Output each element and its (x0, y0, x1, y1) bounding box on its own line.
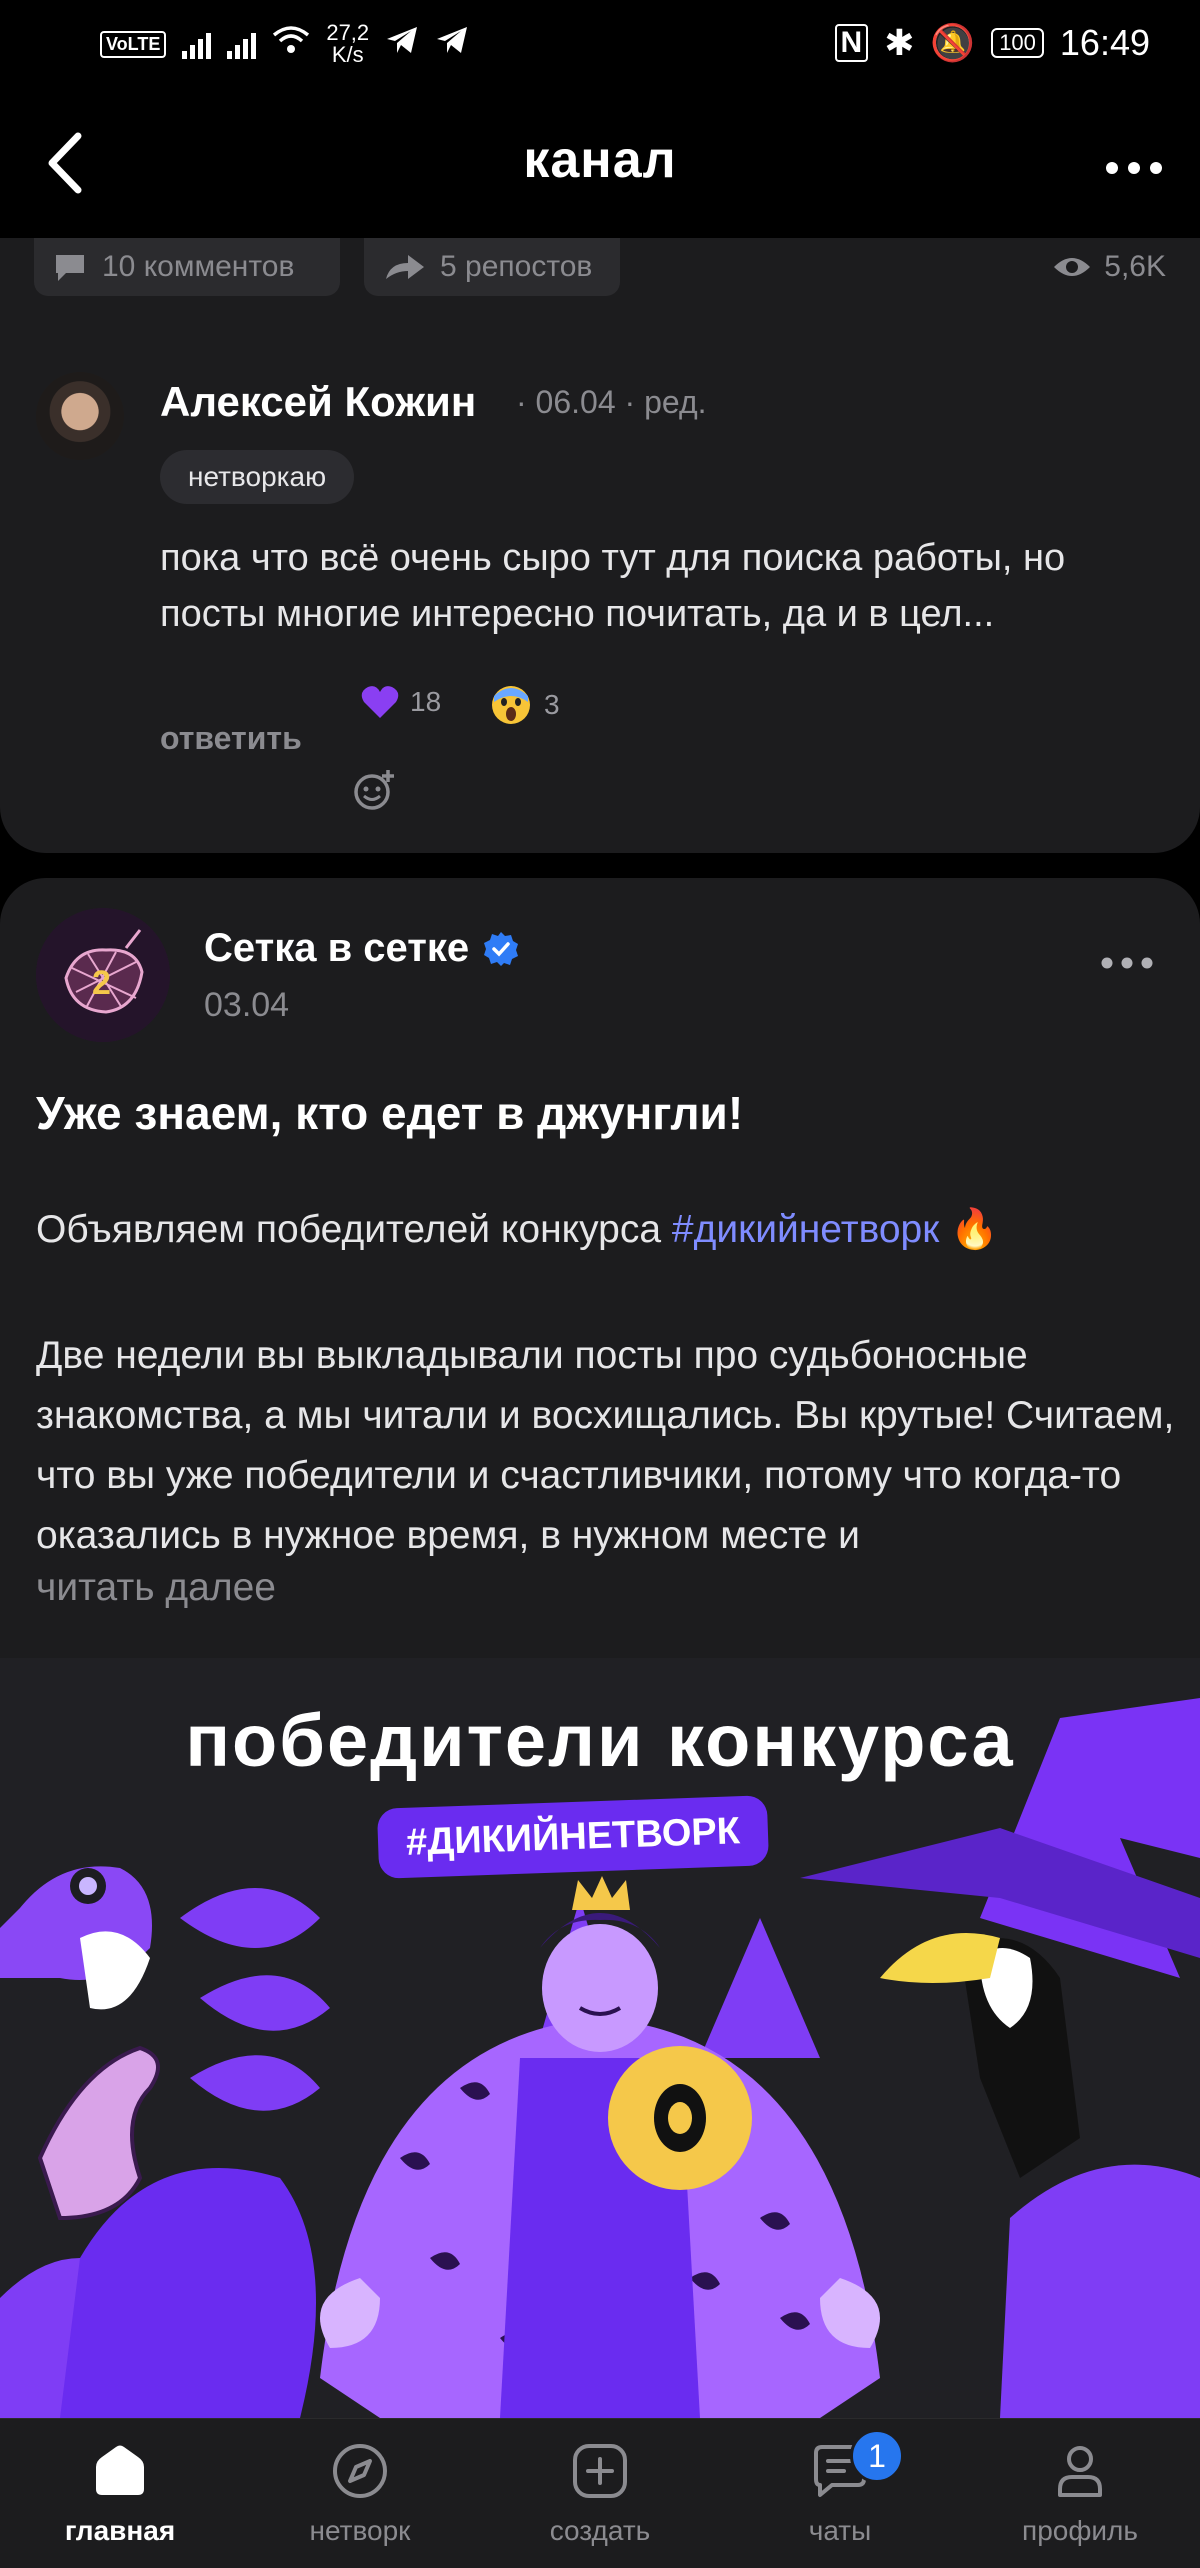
fire-icon: 🔥 (950, 1208, 999, 1251)
views-counter: 5,6K (1052, 238, 1166, 296)
comment-card: 10 комментов 5 репостов 5,6K Алексей Кож… (0, 238, 1200, 853)
nav-item-create[interactable]: создать (480, 2419, 720, 2568)
compass-icon (333, 2444, 387, 2498)
clock: 16:49 (1059, 22, 1150, 63)
reposts-button[interactable]: 5 репостов (364, 238, 620, 296)
verified-badge-icon (484, 931, 519, 966)
hashtag-link[interactable]: #дикийнетворк (672, 1208, 939, 1251)
nav-item-network[interactable]: нетворк (240, 2419, 480, 2568)
post-body: Две недели вы выкладывали посты про судь… (36, 1334, 1175, 1557)
home-icon (96, 2445, 144, 2495)
comments-count: 10 комментов (102, 250, 295, 283)
status-left: VoLTE 27,2 K/s (100, 22, 469, 66)
more-options-button[interactable] (1104, 148, 1164, 178)
channel-avatar[interactable]: 2 (36, 908, 170, 1042)
nav-label: создать (549, 2515, 651, 2546)
profile-icon (1058, 2446, 1102, 2497)
status-right: N ✱ 🔕 100 16:49 (834, 22, 1150, 64)
post-card: 2 Сетка в сетке 03.04 Уже знаем, кто еде… (0, 878, 1200, 2418)
eye-icon (1054, 258, 1091, 276)
post-lead-text: Объявляем победителей конкурса (36, 1208, 662, 1251)
reposts-count: 5 репостов (440, 250, 593, 283)
battery-icon: 100 (991, 28, 1044, 58)
more-dots-icon (1106, 162, 1162, 174)
nav-item-chats[interactable]: чаты 1 (720, 2419, 960, 2568)
page-title: канал (523, 131, 677, 189)
purple-heart-icon (361, 686, 399, 718)
nav-label: главная (64, 2515, 176, 2546)
avatar[interactable] (36, 372, 124, 460)
comment-bubble-icon (56, 255, 84, 281)
comments-button[interactable]: 10 комментов (34, 238, 340, 296)
views-count: 5,6K (1104, 250, 1166, 283)
banner-title: победители конкурса (185, 1699, 1015, 1782)
net-bag-logo-icon: 2 (36, 908, 170, 1042)
post-banner-image[interactable]: победители конкурса #ДИКИЙНЕТВОРК (0, 1658, 1200, 2418)
post-title: Уже знаем, кто едет в джунгли! (36, 1087, 744, 1139)
reaction-count: 3 (544, 689, 560, 720)
unread-badge: 1 (850, 2429, 904, 2483)
telegram-icon (385, 25, 419, 63)
channel-name-text: Сетка в сетке (204, 926, 470, 970)
post-lead: Объявляем победителей конкурса #дикийнет… (36, 1206, 999, 1252)
nav-item-home[interactable]: главная (0, 2419, 240, 2568)
signal-icon-2 (227, 29, 257, 59)
nav-label: профиль (1022, 2515, 1138, 2546)
bluetooth-icon: ✱ (884, 22, 915, 63)
channel-name[interactable]: Сетка в сетке (204, 926, 519, 971)
smiley-plus-icon (354, 770, 394, 810)
comment-text[interactable]: пока что всё очень сыро тут для поиска р… (160, 530, 1160, 642)
app-header: канал (0, 90, 1200, 238)
comment-author[interactable]: Алексей Кожин (160, 378, 476, 426)
speed-unit: K/s (331, 42, 364, 67)
screaming-face-icon (492, 686, 530, 724)
mute-icon: 🔕 (930, 22, 976, 63)
post-more-button[interactable] (1100, 932, 1154, 982)
nav-label: чаты (808, 2515, 872, 2546)
volte-indicator: VoLTE (100, 30, 167, 58)
more-dots-icon (1101, 957, 1153, 969)
status-badge: нетворкаю (160, 450, 355, 504)
banner-hashtag: #ДИКИЙНЕТВОРК (376, 1795, 770, 1879)
plus-square-icon (573, 2444, 627, 2498)
status-bar: VoLTE 27,2 K/s N ✱ 🔕 100 16:49 (0, 0, 1200, 90)
reaction-heart[interactable]: 18 (360, 684, 441, 720)
read-more-link[interactable]: читать далее (36, 1566, 276, 1610)
reply-button[interactable]: ответить (160, 720, 302, 757)
repost-arrow-icon (386, 255, 424, 279)
reaction-scream[interactable]: 3 (488, 684, 560, 726)
nav-label: нетворк (309, 2515, 411, 2546)
comment-meta: · 06.04 · ред. (516, 384, 707, 420)
network-speed: 27,2 K/s (326, 22, 369, 66)
svg-text:2: 2 (92, 964, 111, 1002)
signal-icon (182, 29, 212, 59)
nav-item-profile[interactable]: профиль (960, 2419, 1200, 2568)
wifi-icon (272, 25, 310, 63)
telegram-icon-2 (435, 25, 469, 63)
bottom-nav: главная нетворк создать чаты 1 профиль (0, 2418, 1200, 2568)
add-reaction-button[interactable] (352, 768, 396, 812)
post-date: 03.04 (204, 986, 290, 1024)
reaction-count: 18 (410, 686, 442, 717)
nfc-icon: N (834, 24, 869, 62)
